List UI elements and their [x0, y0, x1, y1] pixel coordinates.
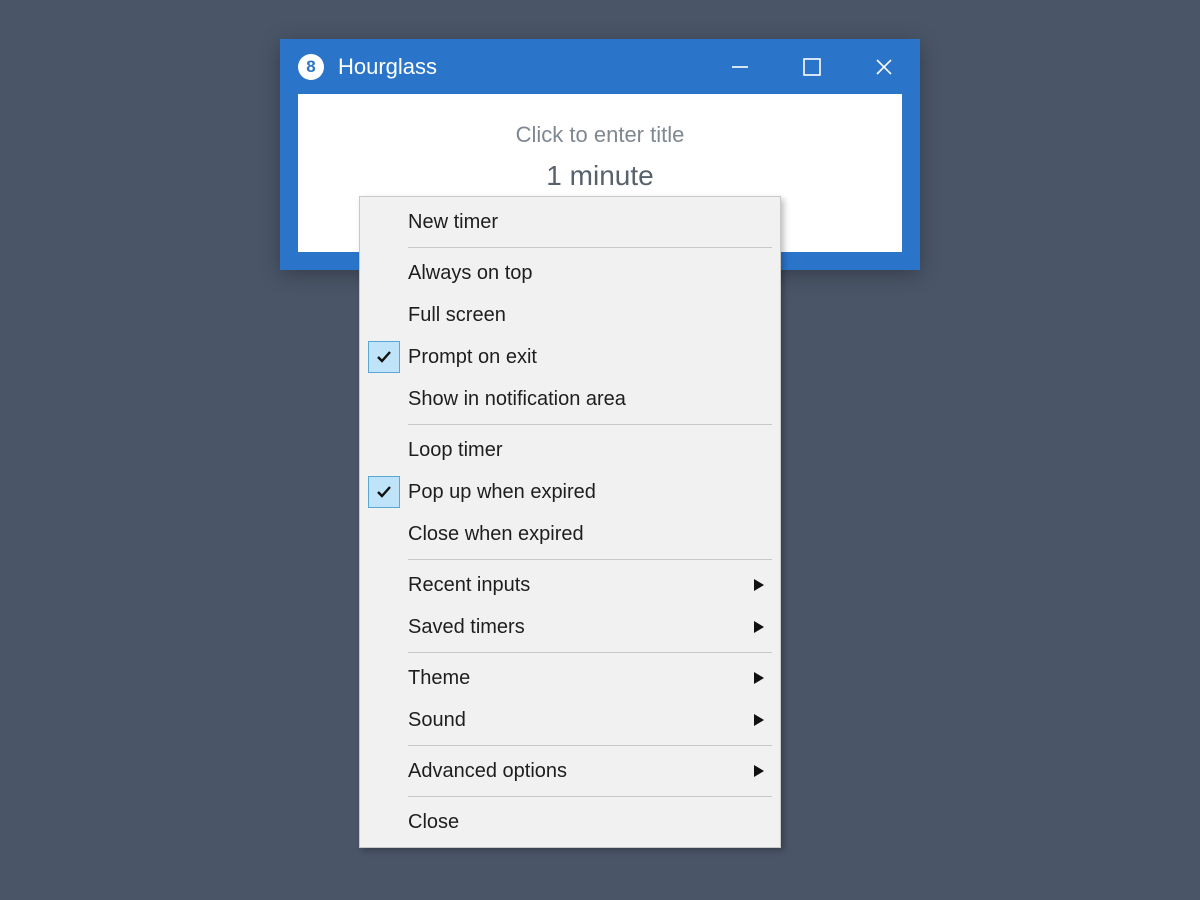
menu-item-theme[interactable]: Theme	[360, 657, 780, 699]
menu-item-close-when-expired[interactable]: Close when expired	[360, 513, 780, 555]
menu-separator	[408, 796, 772, 797]
menu-item-gutter	[360, 294, 408, 336]
submenu-arrow-icon	[754, 672, 764, 684]
close-window-button[interactable]	[848, 39, 920, 94]
submenu-arrow-icon	[754, 621, 764, 633]
menu-separator	[408, 652, 772, 653]
menu-item-label: Saved timers	[408, 616, 780, 639]
menu-item-gutter	[360, 336, 408, 378]
menu-item-gutter	[360, 513, 408, 555]
menu-item-always-on-top[interactable]: Always on top	[360, 252, 780, 294]
menu-item-saved-timers[interactable]: Saved timers	[360, 606, 780, 648]
app-icon-text: 8	[306, 57, 315, 77]
context-menu: New timer Always on top Full screen Prompt …	[359, 196, 781, 848]
menu-item-show-in-notification[interactable]: Show in notification area	[360, 378, 780, 420]
menu-separator	[408, 745, 772, 746]
menu-item-label: Sound	[408, 709, 780, 732]
menu-item-gutter	[360, 471, 408, 513]
menu-item-gutter	[360, 606, 408, 648]
menu-item-gutter	[360, 801, 408, 843]
submenu-arrow-icon	[754, 714, 764, 726]
menu-separator	[408, 247, 772, 248]
submenu-arrow-icon	[754, 765, 764, 777]
menu-item-label: Close	[408, 811, 780, 834]
minimize-icon	[730, 57, 750, 77]
menu-item-sound[interactable]: Sound	[360, 699, 780, 741]
menu-item-label: Advanced options	[408, 760, 780, 783]
menu-item-gutter	[360, 564, 408, 606]
titlebar[interactable]: 8 Hourglass	[280, 39, 920, 94]
timer-value-input[interactable]: 1 minute	[298, 160, 902, 192]
timer-title-input[interactable]: Click to enter title	[298, 122, 902, 148]
menu-item-gutter	[360, 429, 408, 471]
app-icon: 8	[298, 54, 324, 80]
close-icon	[874, 57, 894, 77]
menu-item-advanced-options[interactable]: Advanced options	[360, 750, 780, 792]
menu-item-label: Theme	[408, 667, 780, 690]
menu-item-gutter	[360, 699, 408, 741]
menu-item-gutter	[360, 201, 408, 243]
menu-item-prompt-on-exit[interactable]: Prompt on exit	[360, 336, 780, 378]
menu-item-label: New timer	[408, 211, 780, 234]
menu-item-label: Pop up when expired	[408, 481, 780, 504]
menu-item-label: Prompt on exit	[408, 346, 780, 369]
menu-item-label: Recent inputs	[408, 574, 780, 597]
menu-item-loop-timer[interactable]: Loop timer	[360, 429, 780, 471]
menu-item-full-screen[interactable]: Full screen	[360, 294, 780, 336]
menu-item-label: Full screen	[408, 304, 780, 327]
menu-item-pop-up-when-expired[interactable]: Pop up when expired	[360, 471, 780, 513]
submenu-arrow-icon	[754, 579, 764, 591]
maximize-button[interactable]	[776, 39, 848, 94]
menu-item-gutter	[360, 657, 408, 699]
menu-item-label: Loop timer	[408, 439, 780, 462]
menu-item-close[interactable]: Close	[360, 801, 780, 843]
menu-separator	[408, 559, 772, 560]
menu-separator	[408, 424, 772, 425]
menu-item-gutter	[360, 252, 408, 294]
maximize-icon	[803, 58, 821, 76]
minimize-button[interactable]	[704, 39, 776, 94]
menu-item-new-timer[interactable]: New timer	[360, 201, 780, 243]
menu-item-label: Always on top	[408, 262, 780, 285]
menu-item-gutter	[360, 378, 408, 420]
menu-item-label: Show in notification area	[408, 388, 780, 411]
menu-item-gutter	[360, 750, 408, 792]
menu-item-label: Close when expired	[408, 523, 780, 546]
menu-item-recent-inputs[interactable]: Recent inputs	[360, 564, 780, 606]
window-title: Hourglass	[338, 54, 704, 80]
check-icon	[368, 341, 400, 373]
check-icon	[368, 476, 400, 508]
